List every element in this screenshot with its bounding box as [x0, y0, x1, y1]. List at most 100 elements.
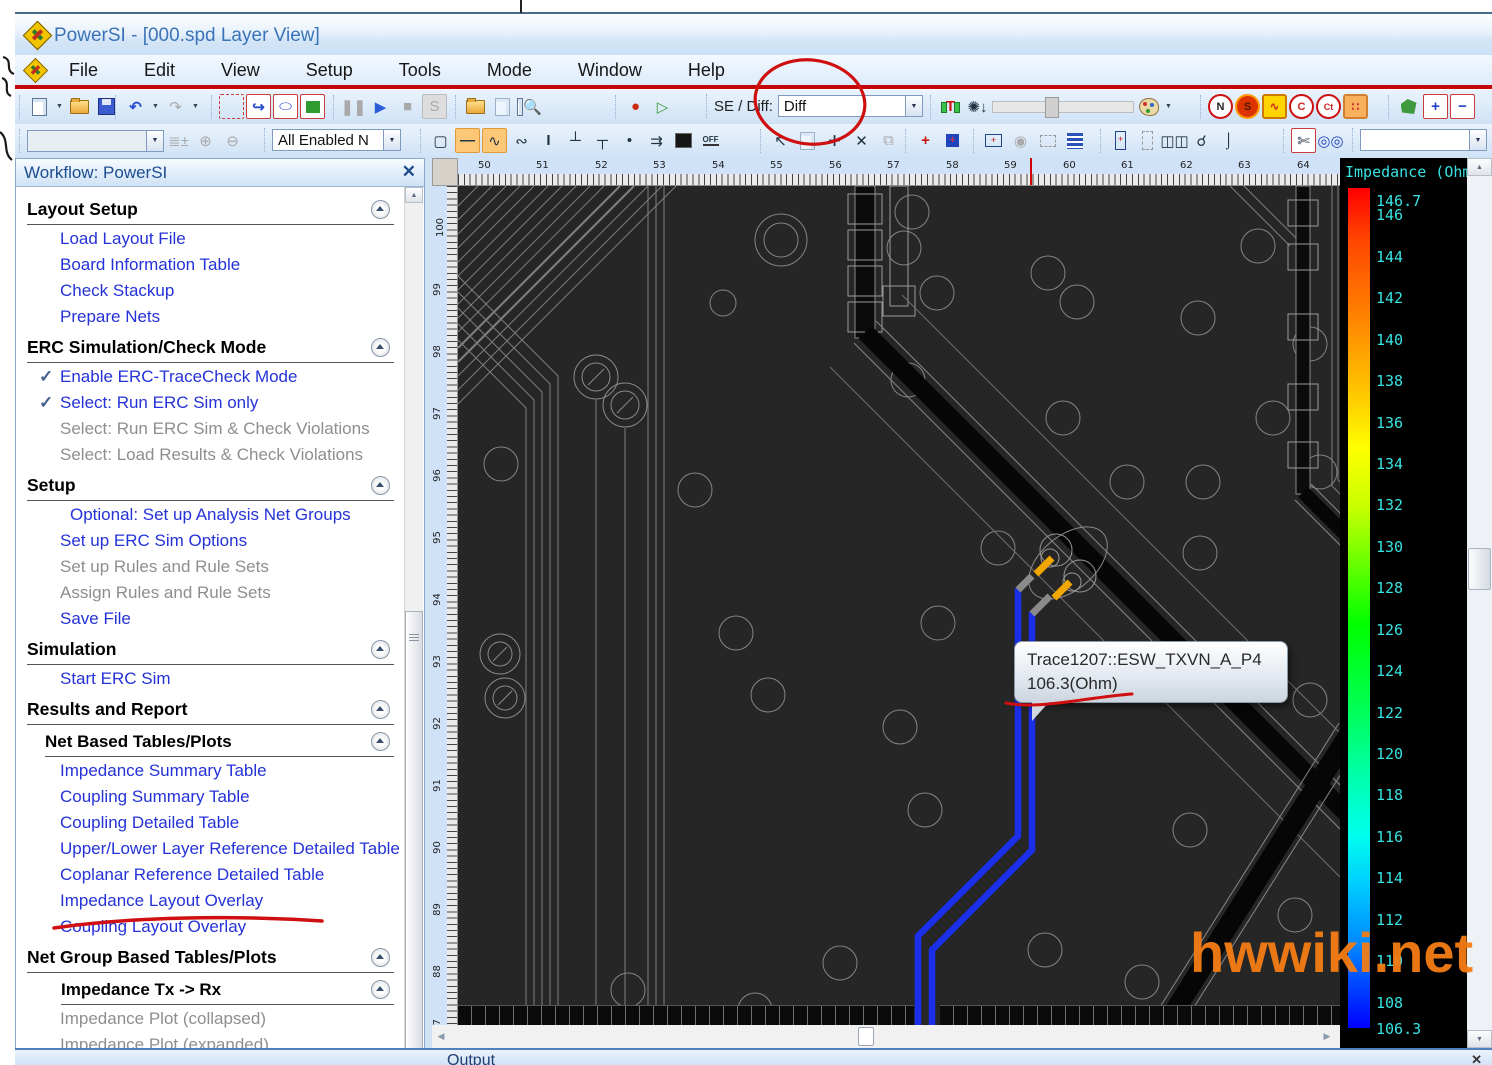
arc-trace-toggle[interactable]: ∾	[509, 128, 534, 153]
link-board-information-table[interactable]: Board Information Table	[60, 252, 404, 278]
scroll-up-icon[interactable]: ▲	[405, 187, 423, 203]
antipad-display-toggle[interactable]: ┬	[590, 128, 615, 153]
expand-nets-icon[interactable]: ⊕	[193, 128, 218, 153]
layer-view-canvas[interactable]	[458, 186, 1340, 1025]
link-select-load-results-check-violations[interactable]: Select: Load Results & Check Violations	[60, 442, 404, 468]
menu-view[interactable]: View	[198, 60, 283, 81]
title-bar[interactable]: PowerSI - [000.spd Layer View]	[15, 12, 1492, 57]
link-impedance-plot-collapsed[interactable]: Impedance Plot (collapsed)	[60, 1006, 404, 1032]
collapse-icon[interactable]	[371, 200, 390, 219]
shape-display-toggle[interactable]: ▢	[428, 128, 453, 153]
copy-document-button[interactable]	[490, 94, 515, 119]
workflow-scrollbar-thumb[interactable]	[405, 611, 423, 1063]
link-set-up-erc-sim-options[interactable]: Set up ERC Sim Options	[60, 528, 404, 554]
component-display-toggle[interactable]	[671, 128, 696, 153]
se-diff-combobox[interactable]: Diff ▼	[778, 95, 923, 117]
link-start-erc-sim[interactable]: Start ERC Sim	[60, 666, 404, 692]
link-coupling-detailed-table[interactable]: Coupling Detailed Table	[60, 810, 404, 836]
vertical-zoom-tool[interactable]: +	[1108, 128, 1133, 153]
link-enable-erc-tracecheck-mode[interactable]: Enable ERC-TraceCheck Mode	[60, 364, 404, 390]
link-set-up-rules-and-rule-sets[interactable]: Set up Rules and Rule Sets	[60, 554, 404, 580]
layer-dropdown-icon[interactable]: ▼	[147, 130, 164, 152]
properties-tool[interactable]	[795, 128, 820, 153]
record-button[interactable]: ●	[623, 94, 648, 119]
section-impedance-tx-rx[interactable]: Impedance Tx -> Rx	[61, 978, 394, 1005]
redo-button[interactable]: ↷	[163, 94, 188, 119]
collapse-icon[interactable]	[371, 640, 390, 659]
diff-pair-display-toggle[interactable]: ⇉	[644, 128, 669, 153]
link-prepare-nets[interactable]: Prepare Nets	[60, 304, 404, 330]
signal-badge-button[interactable]: S	[1235, 94, 1260, 119]
search-combobox[interactable]: ▼	[1360, 129, 1487, 151]
via-display-toggle[interactable]: I	[536, 128, 561, 153]
step-run-button[interactable]: ▷	[650, 94, 675, 119]
trace-display-toggle[interactable]: —	[455, 128, 480, 153]
split-view-tool[interactable]: ◫◫	[1162, 128, 1187, 153]
horizontal-scrollbar-thumb[interactable]	[858, 1027, 874, 1046]
scroll-up-icon[interactable]: ▲	[1467, 158, 1492, 176]
pad-display-toggle[interactable]: ┴	[563, 128, 588, 153]
section-layout-setup[interactable]: Layout Setup	[27, 197, 394, 225]
net-filter-combobox[interactable]: All Enabled N ▼	[272, 129, 401, 151]
component-badge-button[interactable]: C	[1289, 94, 1314, 119]
workflow-close-icon[interactable]: ✕	[402, 162, 416, 182]
simulation-machine-button[interactable]: S	[422, 94, 447, 119]
rotate-view-tool[interactable]: ↪	[246, 94, 271, 119]
palette-dropdown-icon[interactable]: ▼	[1163, 94, 1174, 119]
link-select-run-erc-sim-only[interactable]: Select: Run ERC Sim only	[60, 390, 404, 416]
move-tool[interactable]: ✛	[822, 128, 847, 153]
pan-view-tool[interactable]: ◉	[1008, 128, 1033, 153]
collapse-icon[interactable]	[371, 338, 390, 357]
fillet-tool[interactable]: ⌡	[1216, 128, 1241, 153]
undo-dropdown-icon[interactable]: ▼	[150, 94, 161, 119]
menu-file[interactable]: File	[46, 60, 121, 81]
color-palette-button[interactable]	[1136, 94, 1161, 119]
vertical-select-tool[interactable]	[1135, 128, 1160, 153]
vertical-scrollbar[interactable]: ▲ ▼	[1467, 158, 1492, 1048]
redo-dropdown-icon[interactable]: ▼	[190, 94, 201, 119]
output-panel-header[interactable]: Output ✕	[15, 1048, 1492, 1065]
add-node-tool[interactable]: +	[913, 128, 938, 153]
zoom-out-button[interactable]: −	[1450, 94, 1475, 119]
menu-setup[interactable]: Setup	[283, 60, 376, 81]
find-tool[interactable]: ◎◎	[1318, 128, 1343, 153]
section-erc-simulation-check-mode[interactable]: ERC Simulation/Check Mode	[27, 335, 394, 363]
menu-window[interactable]: Window	[555, 60, 665, 81]
collapse-icon[interactable]	[371, 700, 390, 719]
vertical-scrollbar-thumb[interactable]	[1468, 548, 1491, 590]
section-net-group-based-tables-plots[interactable]: Net Group Based Tables/Plots	[27, 945, 394, 973]
shape-layer-button[interactable]	[1396, 94, 1421, 119]
net-badge-button[interactable]: N	[1208, 94, 1233, 119]
pin-grid-badge-button[interactable]: ∷	[1343, 94, 1368, 119]
zoom-slider[interactable]	[992, 101, 1134, 113]
diagonal-trace-toggle[interactable]: ∿	[482, 128, 507, 153]
add-via-tool[interactable]: +	[940, 128, 965, 153]
snapshot-tool[interactable]	[300, 94, 325, 119]
layer-combobox[interactable]: ▼	[27, 130, 164, 152]
horizontal-scrollbar[interactable]: ◀ ▶	[432, 1025, 1340, 1048]
cut-tool[interactable]: ✄	[1291, 128, 1316, 153]
select-cursor-tool[interactable]: ↖	[768, 128, 793, 153]
scroll-right-icon[interactable]: ▶	[1318, 1025, 1336, 1048]
search-dropdown-icon[interactable]: ▼	[1470, 129, 1487, 151]
pause-sim-button[interactable]: ❚❚	[341, 94, 366, 119]
search-combobox-value[interactable]	[1360, 129, 1470, 151]
scroll-down-icon[interactable]: ▼	[1467, 1030, 1492, 1048]
zoom-window-tool[interactable]: +	[981, 128, 1006, 153]
menu-mode[interactable]: Mode	[464, 60, 555, 81]
menu-help[interactable]: Help	[665, 60, 748, 81]
output-close-icon[interactable]: ✕	[1471, 1052, 1482, 1065]
workflow-panel-header[interactable]: Workflow: PowerSI ✕	[16, 159, 424, 187]
layer-combobox-value[interactable]	[27, 130, 147, 152]
component-type-badge-button[interactable]: Ct	[1316, 94, 1341, 119]
layer-list-tool[interactable]	[1062, 128, 1087, 153]
section-results-and-report[interactable]: Results and Report	[27, 697, 394, 725]
se-diff-dropdown-icon[interactable]: ▼	[906, 95, 923, 117]
layer-stack-edit-icon[interactable]: ≣±	[166, 128, 191, 153]
duplicate-tool[interactable]: ⧉	[876, 128, 901, 153]
link-assign-rules-and-rule-sets[interactable]: Assign Rules and Rule Sets	[60, 580, 404, 606]
zoom-slider-thumb[interactable]	[1045, 97, 1059, 118]
collapse-icon[interactable]	[371, 980, 390, 999]
menu-edit[interactable]: Edit	[121, 60, 198, 81]
section-simulation[interactable]: Simulation	[27, 637, 394, 665]
